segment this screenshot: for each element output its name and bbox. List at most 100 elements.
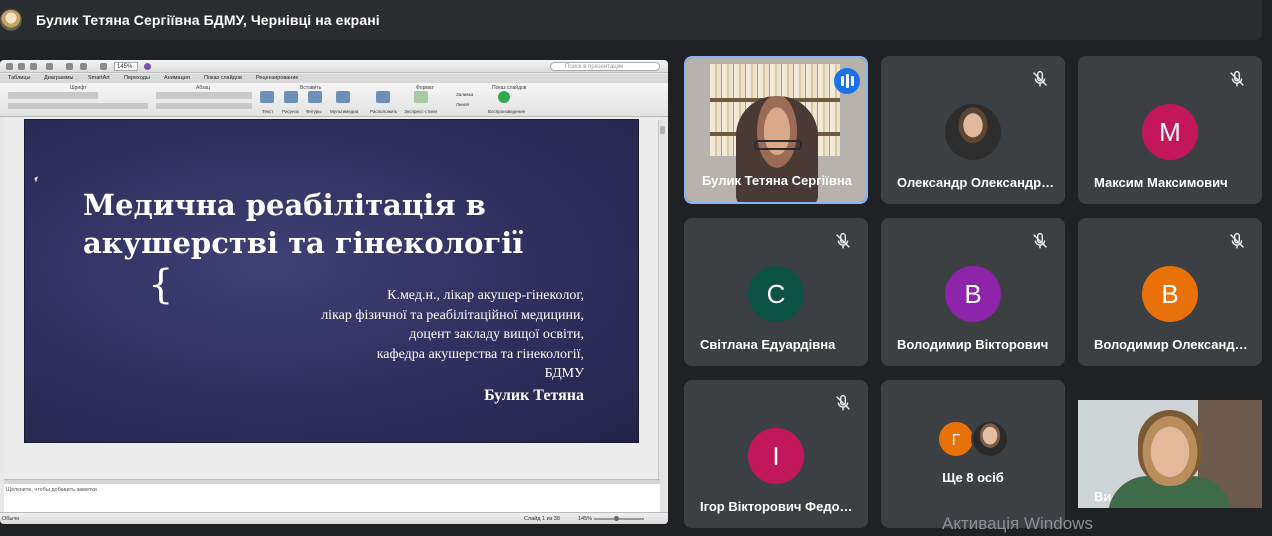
- ribbon-label-picture: Рисунок: [282, 109, 299, 114]
- more-avatars: Г: [937, 420, 1013, 460]
- mic-off-icon: [1230, 232, 1244, 249]
- avatar: М: [1142, 104, 1198, 160]
- picture-icon[interactable]: [284, 91, 298, 103]
- ribbon-label-play: Воспроизведение: [488, 109, 526, 114]
- self-label: Ви: [1094, 489, 1112, 504]
- presentation-search-input[interactable]: Поиск в презентации: [550, 62, 660, 71]
- help-icon[interactable]: [144, 63, 151, 70]
- participant-name: Світлана Едуардівна: [700, 337, 836, 352]
- participant-tile[interactable]: Олександр Олександрович: [881, 56, 1065, 204]
- zoom-field[interactable]: 145%: [114, 62, 138, 71]
- zoom-slider-knob[interactable]: [614, 516, 619, 521]
- font-format-buttons[interactable]: [8, 103, 148, 109]
- self-view-tile[interactable]: Ви: [1078, 400, 1262, 508]
- mic-off-icon: [836, 232, 850, 249]
- slide-title-line2: акушерстві та гінекології: [83, 226, 524, 260]
- shared-screen[interactable]: 145% Поиск в презентации Таблицы Диаграм…: [0, 60, 668, 524]
- mini-avatar-photo: [971, 420, 1009, 458]
- group-paragraph-label: Абзац: [196, 85, 211, 91]
- print-icon[interactable]: [46, 63, 53, 70]
- tab-transitions[interactable]: Переходы: [124, 75, 150, 81]
- tab-slideshow[interactable]: Показ слайдов: [204, 75, 242, 81]
- mouse-pointer-icon: [34, 176, 40, 183]
- mic-off-icon: [1230, 70, 1244, 87]
- tab-review[interactable]: Рецензирование: [256, 75, 298, 81]
- participant-tile[interactable]: В Володимир Вікторович: [881, 218, 1065, 366]
- group-font-label: Шрифт: [70, 85, 87, 91]
- redo-icon[interactable]: [80, 63, 87, 70]
- presenter-avatar: [0, 9, 22, 31]
- author-line: К.мед.н., лікар акушер-гінеколог,: [387, 288, 584, 303]
- presenter-title: Булик Тетяна Сергіївна БДМУ, Чернівці на…: [36, 12, 380, 28]
- participant-name: Булик Тетяна Сергіївна: [702, 173, 852, 188]
- mic-off-icon: [1033, 70, 1047, 87]
- save-icon[interactable]: [30, 63, 37, 70]
- table-icon[interactable]: [100, 63, 107, 70]
- notes-field[interactable]: Щелкните, чтобы добавить заметки: [4, 484, 660, 512]
- participant-tile[interactable]: С Світлана Едуардівна: [684, 218, 868, 366]
- participant-name: Володимир Вікторович: [897, 337, 1049, 352]
- mic-off-icon: [836, 394, 850, 411]
- participant-tile-speaker[interactable]: Булик Тетяна Сергіївна: [684, 56, 868, 204]
- tab-tables[interactable]: Таблицы: [8, 75, 30, 81]
- mini-avatar: Г: [937, 420, 975, 458]
- status-bar: Обычн Слайд 1 из 38 145%: [0, 512, 668, 524]
- avatar: [945, 104, 1001, 160]
- tab-charts[interactable]: Диаграммы: [44, 75, 74, 81]
- author-line: БДМУ: [544, 366, 584, 381]
- vertical-scrollbar[interactable]: [658, 120, 666, 524]
- scroll-thumb[interactable]: [660, 126, 665, 134]
- undo-icon[interactable]: [66, 63, 73, 70]
- ribbon: Шрифт Абзац Вставить Формат Показ слайдо…: [0, 83, 668, 117]
- author-line: доцент закладу вищої освіти,: [409, 327, 584, 342]
- ribbon-tabs: Таблицы Диаграммы SmartArt Переходы Аним…: [0, 74, 668, 83]
- speaking-indicator-icon: [834, 68, 860, 94]
- participant-tile[interactable]: М Максим Максимович: [1078, 56, 1262, 204]
- view-mode-label: Обычн: [2, 516, 20, 522]
- more-participants-label: Ще 8 осіб: [942, 470, 1004, 485]
- presenter-banner: Булик Тетяна Сергіївна БДМУ, Чернівці на…: [0, 0, 1262, 40]
- participant-tile[interactable]: В Володимир Олександрович: [1078, 218, 1262, 366]
- windows-activation-watermark: Активація Windows: [942, 514, 1093, 533]
- quick-styles-icon[interactable]: [414, 91, 428, 103]
- slide-title: Медична реабілітація в акушерстві та гін…: [83, 186, 553, 262]
- avatar: І: [748, 428, 804, 484]
- author-name: Булик Тетяна: [484, 386, 584, 404]
- arrange-icon[interactable]: [376, 91, 390, 103]
- avatar: В: [1142, 266, 1198, 322]
- slide-counter: Слайд 1 из 38: [524, 516, 560, 522]
- zoom-slider[interactable]: [594, 518, 644, 520]
- ribbon-label-text: Текст: [262, 109, 274, 114]
- participant-name: Володимир Олександрович: [1094, 337, 1252, 352]
- participant-name: Максим Максимович: [1094, 175, 1228, 190]
- ribbon-label-fill: Заливка: [456, 92, 474, 97]
- slide[interactable]: Медична реабілітація в акушерстві та гін…: [24, 119, 639, 443]
- tab-animation[interactable]: Анимация: [164, 75, 190, 81]
- tab-smartart[interactable]: SmartArt: [88, 75, 110, 81]
- standard-toolbar: 145% Поиск в презентации: [0, 60, 668, 73]
- media-icon[interactable]: [336, 91, 350, 103]
- text-icon[interactable]: [260, 91, 274, 103]
- avatar: С: [748, 266, 804, 322]
- ribbon-label-media: Мультимедиа: [330, 109, 359, 114]
- new-icon[interactable]: [6, 63, 13, 70]
- play-icon[interactable]: [498, 91, 510, 103]
- more-participants-tile[interactable]: Г Ще 8 осіб: [881, 380, 1065, 528]
- align-buttons[interactable]: [156, 103, 252, 109]
- author-block: К.мед.н., лікар акушер-гінеколог, лікар …: [244, 286, 584, 405]
- ribbon-label-arrange: Расположить: [370, 109, 398, 114]
- brace-decoration: {: [148, 262, 174, 308]
- paragraph-buttons[interactable]: [156, 92, 252, 99]
- open-icon[interactable]: [18, 63, 25, 70]
- slide-title-line1: Медична реабілітація в: [83, 188, 486, 222]
- status-zoom: 145%: [578, 516, 593, 522]
- group-slideshow-label: Показ слайдов: [492, 85, 527, 91]
- avatar: В: [945, 266, 1001, 322]
- shapes-icon[interactable]: [308, 91, 322, 103]
- participant-tile[interactable]: І Ігор Вікторович Федорович: [684, 380, 868, 528]
- participant-name: Олександр Олександрович: [897, 175, 1055, 190]
- font-name-field[interactable]: [8, 92, 98, 99]
- mic-off-icon: [1033, 232, 1047, 249]
- author-line: лікар фізичної та реабілітаційної медици…: [321, 307, 584, 323]
- ribbon-label-line: Линия: [456, 102, 469, 107]
